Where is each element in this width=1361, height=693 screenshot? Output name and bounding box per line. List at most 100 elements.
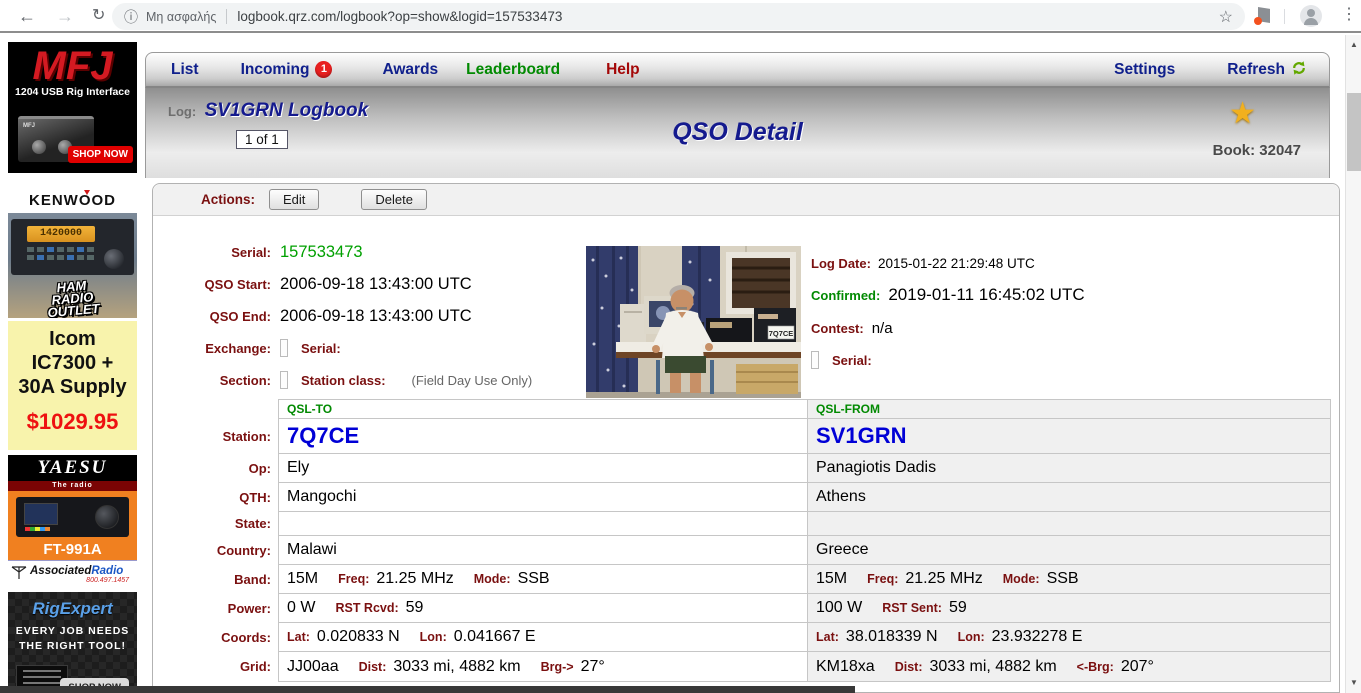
book-star-icon[interactable]: ★ — [1229, 96, 1256, 131]
radio-label: Radio — [91, 565, 124, 577]
kenwood-logo-bar: KENWOOD — [8, 187, 137, 213]
country-row: Country: Malawi Greece — [153, 535, 1331, 565]
qso-start-value: 2006-09-18 13:43:00 UTC — [280, 274, 472, 293]
qso-start-line: QSO Start: 2006-09-18 13:43:00 UTC — [204, 274, 472, 293]
browser-menu-icon[interactable]: ⋮ — [1341, 4, 1357, 24]
mfj-shop-now-button[interactable]: SHOP NOW — [67, 146, 133, 163]
antenna-icon — [11, 566, 27, 579]
contest-line: Contest: n/a — [811, 319, 893, 337]
back-icon[interactable]: ← — [18, 4, 36, 28]
qsl-to-power: 0 W — [287, 599, 316, 616]
qsl-to-qth: Mangochi — [287, 488, 357, 505]
qsl-to-country: Malawi — [287, 541, 337, 558]
qsl-from-bearing: 207° — [1120, 657, 1154, 675]
incoming-count-badge: 1 — [315, 60, 333, 78]
op-row: Op: Ely Panagiotis Dadis — [153, 453, 1331, 483]
qso-table: QSL-TO QSL-FROM Station: 7Q7CE SV1GRN Op… — [153, 399, 1331, 682]
qsl-to-callsign-link[interactable]: 7Q7CE — [287, 423, 359, 449]
nav-settings[interactable]: Settings — [1114, 61, 1175, 79]
qsl-to-lon: 0.041667 E — [453, 628, 536, 645]
qsl-from-rst: 59 — [948, 599, 967, 616]
kenwood-frequency-display: 1420000 — [27, 226, 95, 242]
qso-end-line: QSO End: 2006-09-18 13:43:00 UTC — [209, 306, 472, 325]
qsl-to-freq: 21.25 MHz — [376, 570, 454, 587]
icom-line2: IC7300 + — [31, 352, 114, 374]
qsl-from-header: QSL-FROM — [816, 402, 880, 416]
ham-radio-outlet-logo: HAM RADIO OUTLET — [46, 277, 101, 318]
qsl-from-lon: 23.932278 E — [991, 628, 1083, 645]
page-title: QSO Detail — [672, 118, 803, 146]
photo-callsign-sign: 7Q7CE — [769, 329, 794, 338]
scroll-down-arrow[interactable]: ▼ — [1346, 675, 1361, 691]
yaesu-logo-bar: YAESU — [8, 455, 137, 481]
reload-icon[interactable]: ↻ — [92, 4, 105, 28]
book-number: Book: 32047 — [1212, 142, 1301, 159]
nav-incoming[interactable]: Incoming 1 — [241, 60, 333, 79]
log-label: Log: — [168, 104, 197, 119]
nav-leaderboard[interactable]: Leaderboard — [466, 61, 560, 79]
qsl-from-op: Panagiotis Dadis — [816, 459, 937, 476]
actions-label: Actions: — [201, 192, 255, 207]
icom-line3: 30A Supply — [18, 376, 127, 398]
qsl-from-dist: 3033 mi, 4882 km — [929, 657, 1057, 675]
associated-label: Associated — [30, 565, 92, 577]
section-line: Section: Station class: (Field Day Use O… — [219, 371, 533, 389]
edit-button[interactable]: Edit — [269, 189, 320, 210]
qsl-to-grid: JJ00aa — [287, 657, 339, 675]
nav-list[interactable]: List — [171, 61, 199, 79]
ad-rigexpert[interactable]: RigExpert EVERY JOB NEEDS THE RIGHT TOOL… — [8, 592, 137, 687]
nav-help[interactable]: Help — [606, 61, 640, 79]
omnibox-divider — [226, 9, 228, 24]
url-text: logbook.qrz.com/logbook?op=show&logid=15… — [237, 9, 563, 24]
qsl-from-grid: KM18xa — [816, 657, 875, 675]
exchange-line: Exchange: Serial: — [205, 339, 341, 357]
browser-toolbar: ← → ↻ ⓘ Μη ασφαλής logbook.qrz.com/logbo… — [0, 0, 1361, 33]
nav-refresh[interactable]: Refresh — [1227, 60, 1307, 79]
coords-row: Coords: Lat: 0.020833 N Lon: 0.041667 E … — [153, 622, 1331, 652]
security-label: Μη ασφαλής — [146, 9, 217, 24]
rigexpert-line2: THE RIGHT TOOL! — [19, 640, 126, 652]
profile-avatar-icon[interactable] — [1300, 5, 1322, 27]
qsl-from-lat: 38.018339 N — [845, 628, 938, 645]
qsl-to-header: QSL-TO — [287, 402, 333, 416]
right-serial-line: Serial: — [811, 349, 872, 371]
address-bar[interactable]: ⓘ Μη ασφαλής logbook.qrz.com/logbook?op=… — [112, 3, 1245, 30]
delete-button[interactable]: Delete — [361, 189, 427, 210]
info-icon[interactable]: ⓘ — [124, 7, 138, 27]
scrollbar-thumb[interactable] — [1347, 93, 1361, 171]
rigexpert-line1: EVERY JOB NEEDS — [15, 625, 130, 637]
qsl-to-mode: SSB — [517, 570, 550, 587]
qsl-from-callsign-link[interactable]: SV1GRN — [816, 423, 906, 449]
exchange-value-box — [280, 339, 288, 357]
qsl-from-qth: Athens — [816, 488, 866, 505]
forward-icon[interactable]: → — [56, 4, 74, 28]
qsl-from-power: 100 W — [816, 599, 863, 616]
scroll-up-arrow[interactable]: ▲ — [1346, 37, 1361, 53]
qsl-to-lat: 0.020833 N — [316, 628, 400, 645]
qsl-to-rst: 59 — [405, 599, 424, 616]
qsl-to-op: Ely — [287, 459, 310, 476]
ad-icom[interactable]: Icom IC7300 + 30A Supply $1029.95 — [8, 321, 137, 450]
grid-row: Grid: JJ00aa Dist: 3033 mi, 4882 km Brg-… — [153, 651, 1331, 682]
bookmark-star-icon[interactable]: ☆ — [1219, 7, 1233, 27]
rigexpert-logo: RigExpert — [32, 599, 113, 618]
actions-bar: Actions: Edit Delete — [153, 184, 1339, 216]
page-scrollbar[interactable]: ▲ ▼ — [1345, 35, 1361, 693]
qso-end-value: 2006-09-18 13:43:00 UTC — [280, 306, 472, 325]
ad-mfj[interactable]: MFJ 1204 USB Rig Interface MFJ SHOP NOW — [8, 42, 137, 173]
mfj-product-line: 1204 USB Rig Interface — [15, 86, 130, 98]
nav-awards[interactable]: Awards — [382, 61, 438, 79]
station-row: Station: 7Q7CE SV1GRN — [153, 418, 1331, 454]
ad-yaesu[interactable]: YAESU The radio FT-991A AssociatedRadio … — [8, 455, 137, 585]
bottom-edge-strip — [0, 686, 855, 693]
right-serial-box — [811, 351, 819, 369]
band-row: Band: 15M Freq: 21.25 MHz Mode: SSB 15M … — [153, 564, 1331, 594]
toolbar-divider — [1284, 9, 1285, 24]
ad-kenwood[interactable]: KENWOOD 1420000 HAM RADIO OUTLET — [8, 187, 137, 318]
refresh-icon — [1293, 61, 1305, 75]
log-date-line: Log Date: 2015-01-22 21:29:48 UTC — [811, 255, 1035, 271]
yaesu-model: FT-991A — [43, 541, 102, 558]
extension-icon[interactable] — [1254, 7, 1271, 25]
confirmed-value: 2019-01-11 16:45:02 UTC — [888, 285, 1085, 304]
qso-detail-panel: Actions: Edit Delete Serial: 157533473 Q… — [152, 183, 1340, 693]
